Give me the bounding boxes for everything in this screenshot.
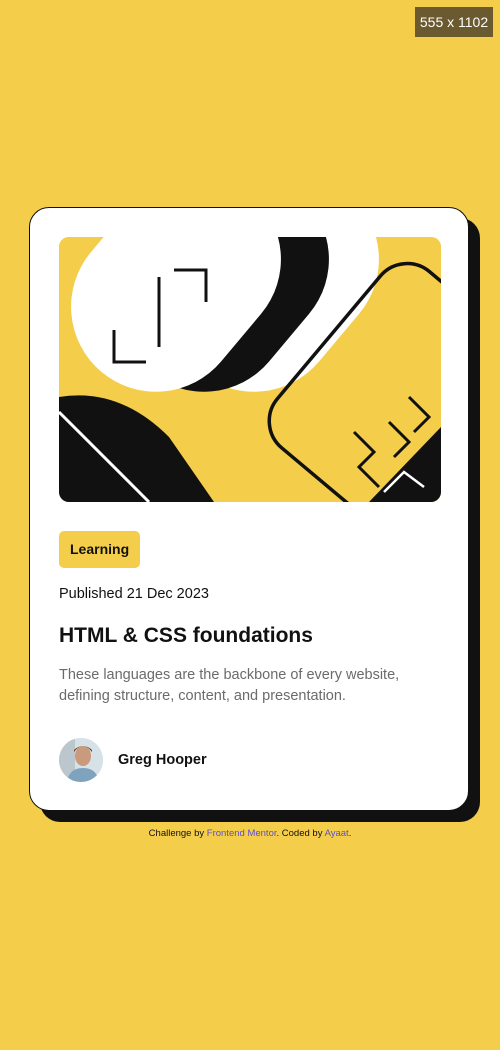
footer-middle: . Coded by — [276, 828, 325, 839]
card-title[interactable]: HTML & CSS foundations — [59, 624, 313, 648]
card-description: These languages are the backbone of ever… — [59, 667, 400, 704]
coder-link[interactable]: Ayaat — [325, 828, 349, 839]
footer-suffix: . — [348, 828, 352, 839]
illustration-image — [59, 237, 441, 502]
published-date: Published 21 Dec 2023 — [59, 586, 209, 602]
avatar — [59, 738, 103, 782]
attribution-footer: Challenge by Frontend Mentor. Coded by A… — [0, 828, 500, 839]
author: Greg Hooper — [59, 738, 207, 782]
footer-prefix: Challenge by — [148, 828, 207, 839]
viewport-size-badge: 555 x 1102 — [415, 7, 493, 37]
author-name: Greg Hooper — [118, 752, 207, 768]
category-tag: Learning — [59, 531, 141, 568]
blog-preview-card: Learning Published 21 Dec 2023 HTML & CS… — [29, 207, 469, 811]
frontend-mentor-link[interactable]: Frontend Mentor — [207, 828, 277, 839]
